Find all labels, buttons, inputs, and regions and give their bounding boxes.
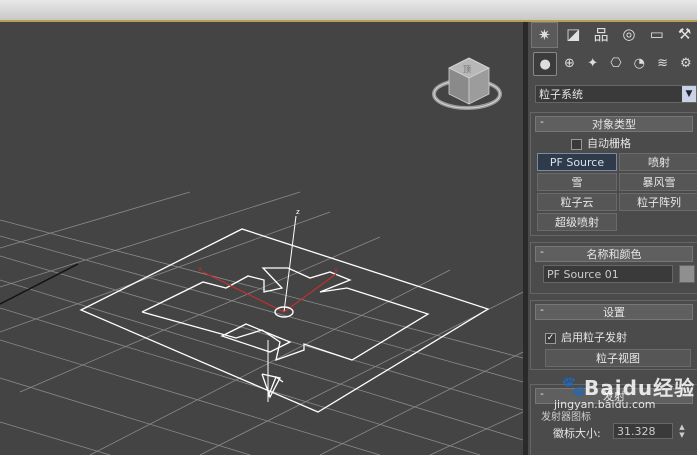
title-bar: [0, 0, 697, 22]
snow-button[interactable]: 雪: [537, 173, 617, 191]
particle-view-button[interactable]: 粒子视图: [545, 349, 691, 367]
shapes-icon[interactable]: ⊕: [558, 52, 580, 74]
collapse-icon[interactable]: -: [540, 245, 544, 258]
command-panel-tabs: ✷ ◪ 品 ◎ ▭ ⚒: [528, 22, 697, 48]
object-name-value: PF Source 01: [547, 267, 619, 281]
autogrid-label: 自动栅格: [587, 137, 631, 150]
viewport-canvas[interactable]: z x y 顶: [0, 22, 523, 455]
object-name-field[interactable]: PF Source 01: [543, 265, 673, 283]
axis-label-z: z: [296, 208, 300, 216]
setup-rollout: - 设置 ✓ 启用粒子发射 粒子视图: [530, 300, 697, 370]
systems-icon[interactable]: ⚙: [675, 52, 697, 74]
object-color-swatch[interactable]: [679, 265, 695, 283]
display-tab[interactable]: ▭: [644, 22, 669, 46]
svg-text:x: x: [198, 265, 202, 273]
logo-size-label: 徽标大小:: [553, 427, 601, 440]
chevron-down-icon[interactable]: ▼: [682, 86, 696, 102]
enable-emission-row[interactable]: ✓ 启用粒子发射: [545, 329, 627, 345]
object-type-rollout: - 对象类型 自动栅格 PF Source 喷射 雪 暴风雪 粒子云 粒子阵列 …: [530, 112, 697, 236]
geometry-icon[interactable]: ●: [533, 52, 558, 76]
object-type-header[interactable]: - 对象类型: [535, 115, 693, 132]
setup-header[interactable]: - 设置: [535, 303, 693, 320]
setup-title: 设置: [603, 306, 625, 319]
viewcube[interactable]: 顶: [432, 57, 502, 110]
svg-text:y: y: [334, 266, 338, 274]
collapse-icon[interactable]: -: [540, 115, 544, 128]
create-subcategories: ● ⊕ ✦ ⎔ ◔ ≋ ⚙: [533, 52, 697, 76]
grid-axis-line: [0, 263, 79, 305]
emission-rollout: - 发射 发射器图标 徽标大小: 31.328 ▲ ▼: [530, 384, 697, 455]
transform-gizmo[interactable]: z x y: [198, 208, 338, 318]
name-color-title: 名称和颜色: [586, 248, 642, 261]
parray-button[interactable]: 粒子阵列: [619, 193, 697, 211]
motion-tab[interactable]: ◎: [616, 22, 641, 46]
perspective-viewport[interactable]: z x y 顶: [0, 22, 523, 455]
object-type-title: 对象类型: [592, 118, 636, 131]
viewcube-top-label: 顶: [463, 65, 471, 74]
lights-icon[interactable]: ✦: [582, 52, 604, 74]
emission-title: 发射: [603, 390, 625, 403]
ground-grid: [0, 191, 523, 455]
super-spray-button[interactable]: 超级喷射: [537, 213, 617, 231]
collapse-icon[interactable]: -: [540, 387, 544, 400]
utilities-tab[interactable]: ⚒: [672, 22, 697, 46]
emitter-icon-group-label: 发射器图标: [541, 412, 591, 423]
emission-header[interactable]: - 发射: [535, 387, 693, 404]
autogrid-checkbox-row[interactable]: 自动栅格: [571, 135, 631, 151]
spinner-arrows-icon[interactable]: ▲ ▼: [677, 423, 687, 439]
pf-source-icon[interactable]: [79, 228, 490, 413]
autogrid-checkbox[interactable]: [571, 138, 582, 150]
logo-size-value: 31.328: [617, 424, 656, 438]
name-color-rollout: - 名称和颜色 PF Source 01: [530, 242, 697, 294]
spray-button[interactable]: 喷射: [619, 153, 697, 171]
command-panel: ✷ ◪ 品 ◎ ▭ ⚒ ● ⊕ ✦ ⎔ ◔ ≋ ⚙ 粒子系统 ▼ - 对象类型 …: [528, 22, 697, 455]
enable-emission-checkbox[interactable]: ✓: [545, 332, 556, 344]
pcloud-button[interactable]: 粒子云: [537, 193, 617, 211]
blizzard-button[interactable]: 暴风雪: [619, 173, 697, 191]
logo-size-spinner[interactable]: 31.328: [613, 423, 673, 439]
category-dropdown-value: 粒子系统: [539, 88, 583, 101]
enable-emission-label: 启用粒子发射: [561, 331, 627, 344]
cameras-icon[interactable]: ⎔: [605, 52, 627, 74]
spacewarps-icon[interactable]: ≋: [651, 52, 673, 74]
create-tab[interactable]: ✷: [531, 22, 558, 48]
modify-tab[interactable]: ◪: [561, 22, 586, 46]
pf-source-button[interactable]: PF Source: [537, 153, 617, 171]
collapse-icon[interactable]: -: [540, 303, 544, 316]
hierarchy-tab[interactable]: 品: [589, 22, 614, 46]
helpers-icon[interactable]: ◔: [628, 52, 650, 74]
category-dropdown[interactable]: 粒子系统 ▼: [535, 85, 697, 103]
name-color-header[interactable]: - 名称和颜色: [535, 245, 693, 262]
